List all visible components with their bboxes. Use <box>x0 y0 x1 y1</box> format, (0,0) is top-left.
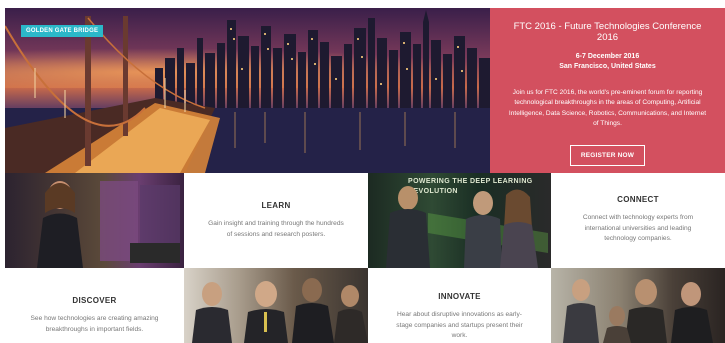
location-badge: GOLDEN GATE BRIDGE <box>21 25 104 37</box>
register-now-button[interactable]: REGISTER NOW <box>569 144 646 166</box>
hero-image-golden-gate-bridge: GOLDEN GATE BRIDGE <box>5 8 490 173</box>
conference-location: San Francisco, United States <box>559 63 656 70</box>
feature-learn: LEARN Gain insight and training through … <box>184 173 368 268</box>
conference-description: Join us for FTC 2016, the world's pre-em… <box>508 89 707 128</box>
feature-discover-text: See how technologies are creating amazin… <box>30 315 159 333</box>
photo-deep-learning-discussion: POWERING THE DEEP LEARNING REVOLUTION <box>368 173 551 268</box>
feature-connect: CONNECT Connect with technology experts … <box>551 173 725 268</box>
feature-discover-title: DISCOVER <box>72 296 117 305</box>
feature-discover: DISCOVER See how technologies are creati… <box>5 268 184 343</box>
feature-connect-title: CONNECT <box>617 195 659 204</box>
hero-section: GOLDEN GATE BRIDGE FTC 2016 - Future Tec… <box>0 0 725 173</box>
conference-date: 6-7 December 2016 <box>575 53 640 60</box>
feature-learn-title: LEARN <box>261 201 291 210</box>
feature-learn-text: Gain insight and training through the hu… <box>208 220 344 238</box>
photo-conference-audience <box>551 268 725 343</box>
photo-speaker-presenting <box>5 173 184 268</box>
conference-title: FTC 2016 - Future Technologies Conferenc… <box>513 21 702 43</box>
feature-innovate-title: INNOVATE <box>438 292 481 301</box>
photo-audience-attendees <box>184 268 368 343</box>
feature-connect-text: Connect with technology experts from int… <box>582 214 694 243</box>
conference-info-panel: FTC 2016 - Future Technologies Conferenc… <box>490 8 725 173</box>
conference-page: GOLDEN GATE BRIDGE FTC 2016 - Future Tec… <box>0 0 725 343</box>
feature-innovate-text: Hear about disruptive innovations as ear… <box>396 311 523 340</box>
feature-innovate: INNOVATE Hear about disruptive innovatio… <box>368 268 551 343</box>
